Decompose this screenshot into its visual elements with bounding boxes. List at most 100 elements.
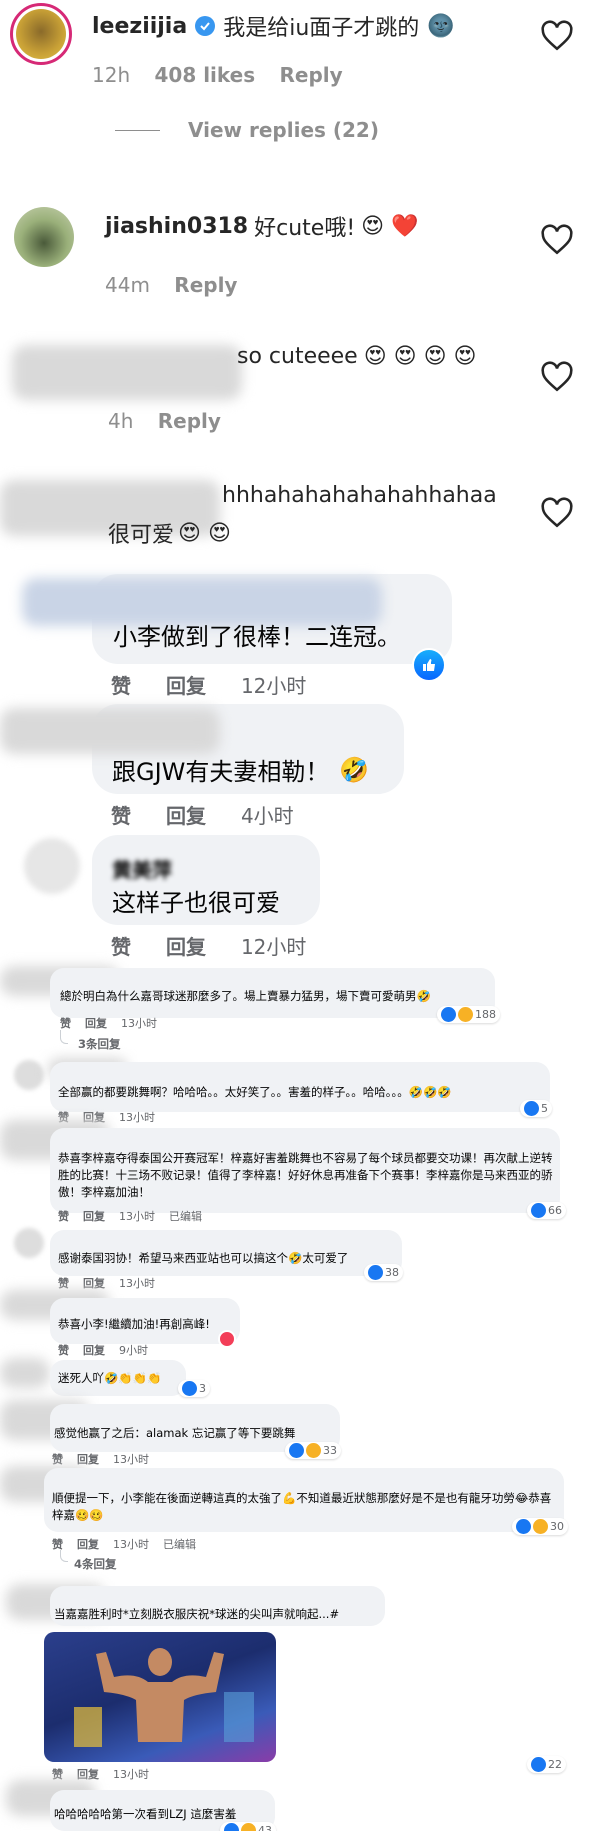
comment-time: 13小时: [113, 1453, 149, 1466]
reaction-summary[interactable]: 5: [520, 1100, 552, 1117]
like-button[interactable]: 赞: [111, 804, 131, 828]
comment-username[interactable]: jiashin0318: [105, 214, 248, 239]
avatar[interactable]: [14, 207, 74, 267]
like-reaction-icon: [531, 1203, 546, 1218]
reaction-count: 33: [323, 1444, 337, 1457]
comment-text: 迷死人吖🤣👏👏👏: [58, 1371, 162, 1385]
reply-button[interactable]: 回复: [83, 1344, 105, 1357]
comment-time: 44m: [105, 273, 150, 297]
love-reaction-icon[interactable]: [218, 1330, 236, 1348]
comment-time: 13小时: [119, 1277, 155, 1290]
like-button[interactable]: 赞: [60, 1017, 71, 1030]
comment-text: 恭喜李梓嘉夺得泰国公开赛冠军！梓嘉好害羞跳舞也不容易了每个球员都要交功课！再次献…: [58, 1151, 553, 1199]
comment-text: 全部赢的都要跳舞啊？哈哈哈。。太好笑了。。害羞的样子。。哈哈。。。🤣🤣🤣: [58, 1085, 452, 1099]
like-reaction-icon: [224, 1823, 239, 1831]
reply-button[interactable]: Reply: [158, 409, 221, 433]
avatar[interactable]: [24, 838, 80, 894]
like-button[interactable]: 赞: [111, 674, 131, 698]
reaction-summary[interactable]: 30: [512, 1518, 568, 1535]
reaction-summary[interactable]: 38: [364, 1264, 403, 1281]
comment-text: so cuteeee: [237, 344, 358, 369]
like-button[interactable]: 赞: [58, 1344, 69, 1357]
reply-button[interactable]: Reply: [280, 63, 343, 87]
blurred-avatar: [0, 708, 220, 754]
blurred-avatar: [0, 1358, 50, 1388]
comment-text: 小李做到了很棒！二连冠。: [113, 623, 401, 651]
haha-reaction-icon: [306, 1443, 321, 1458]
divider-line: [115, 130, 160, 131]
comment-author[interactable]: 黄美萍: [112, 854, 172, 883]
comment-text: 这样子也很可爱: [112, 889, 280, 917]
comment-time: 4小时: [240, 804, 294, 828]
edited-label: 已编辑: [163, 1538, 196, 1551]
heart-icon[interactable]: [540, 19, 574, 53]
reply-button[interactable]: 回复: [83, 1277, 105, 1290]
like-reaction-icon: [531, 1757, 546, 1772]
reply-button[interactable]: 回复: [166, 674, 206, 698]
comment-time: 13小时: [121, 1017, 157, 1030]
comment-text: 感谢泰国羽协！希望马来西亚站也可以搞这个🤣太可爱了: [58, 1251, 349, 1265]
reaction-summary[interactable]: 22: [527, 1756, 566, 1773]
reaction-summary[interactable]: 66: [527, 1202, 566, 1219]
reply-button[interactable]: 回复: [77, 1453, 99, 1466]
like-count[interactable]: 408 likes: [154, 63, 255, 87]
like-button[interactable]: 赞: [58, 1277, 69, 1290]
view-replies-button[interactable]: View replies (22): [188, 118, 379, 142]
comment-text: 順便提一下，小李能在後面逆轉這真的太強了💪不知道最近狀態那麼好是不是也有龍牙功勞…: [52, 1491, 552, 1522]
reaction-summary[interactable]: 188: [437, 1006, 500, 1023]
reaction-count: 22: [548, 1758, 562, 1771]
thread-line: [60, 1550, 68, 1562]
reply-button[interactable]: 回复: [166, 935, 206, 959]
reply-button[interactable]: Reply: [174, 273, 237, 297]
reaction-summary[interactable]: 43: [220, 1822, 276, 1831]
reply-button[interactable]: 回复: [85, 1017, 107, 1030]
like-reaction-icon[interactable]: [412, 648, 446, 682]
reaction-summary[interactable]: 3: [178, 1380, 210, 1397]
reply-button[interactable]: 回复: [77, 1538, 99, 1551]
reaction-count: 5: [541, 1102, 548, 1115]
reply-button[interactable]: 回复: [166, 804, 206, 828]
like-reaction-icon: [289, 1443, 304, 1458]
like-reaction-icon: [368, 1265, 383, 1280]
reaction-count: 30: [550, 1520, 564, 1533]
reply-button[interactable]: 回复: [83, 1210, 105, 1223]
view-replies-button[interactable]: 4条回复: [74, 1556, 117, 1572]
comment-text-line2: 很可爱: [108, 523, 175, 548]
comment-time: 13小时: [113, 1768, 149, 1781]
comment-photo[interactable]: [44, 1632, 276, 1762]
haha-reaction-icon: [241, 1823, 256, 1831]
view-replies-button[interactable]: 3条回复: [78, 1036, 121, 1052]
avatar[interactable]: [14, 1228, 44, 1258]
comment-time: 12h: [92, 63, 131, 87]
like-button[interactable]: 赞: [52, 1453, 63, 1466]
comment-time: 12小时: [240, 935, 307, 959]
comment-text: 哈哈哈哈哈第一次看到LZJ 這麼害羞: [54, 1807, 237, 1821]
comment-text: hhhahahahahahahhahaa: [222, 483, 497, 508]
reaction-summary[interactable]: 33: [285, 1442, 341, 1459]
avatar[interactable]: [10, 3, 72, 65]
reaction-count: 188: [475, 1008, 496, 1021]
like-button[interactable]: 赞: [111, 935, 131, 959]
comment-text: 好cute哦!: [254, 216, 356, 241]
emoji: 🤣: [339, 755, 370, 784]
edited-label: 已编辑: [169, 1210, 202, 1223]
heart-icon[interactable]: [540, 360, 574, 394]
avatar[interactable]: [14, 1060, 44, 1090]
reaction-count: 66: [548, 1204, 562, 1217]
comment-time: 12小时: [240, 674, 307, 698]
comment-time: 13小时: [119, 1111, 155, 1124]
emoji: 😍 ❤️: [361, 213, 419, 239]
comment-text: 感觉他赢了之后：alamak 忘记赢了等下要跳舞: [54, 1426, 296, 1440]
comment-text: 我是给iu面子才跳的: [223, 16, 420, 41]
comment-username[interactable]: leeziijia: [92, 14, 187, 39]
emoji: 🌚: [427, 13, 455, 39]
verified-badge-icon: [195, 16, 216, 36]
heart-icon[interactable]: [540, 223, 574, 257]
comment-time: 13小时: [119, 1210, 155, 1223]
blurred-avatar: [12, 345, 242, 400]
like-button[interactable]: 赞: [58, 1210, 69, 1223]
athlete-figure: [74, 1648, 254, 1747]
heart-icon[interactable]: [540, 496, 574, 530]
comment-text: 当嘉嘉胜利时*立刻脱衣服庆祝*球迷的尖叫声就响起...#: [54, 1607, 340, 1621]
haha-reaction-icon: [533, 1519, 548, 1534]
